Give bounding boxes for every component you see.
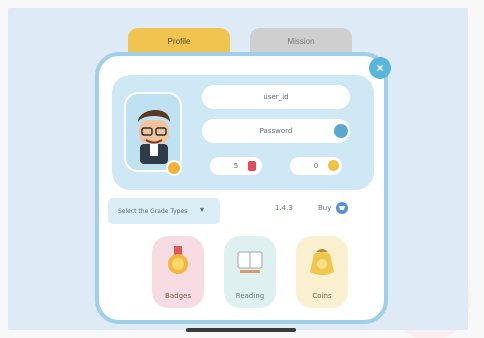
badges-tile[interactable]: Badges [152, 236, 204, 308]
buy-button[interactable]: Buy [318, 204, 331, 212]
coins-tile-label: Coins [312, 292, 332, 300]
chevron-down-icon: ▾ [200, 205, 205, 214]
buy-cart-icon[interactable] [336, 202, 348, 214]
badges-tile-label: Badges [165, 292, 191, 300]
avatar-badge-icon [166, 160, 182, 176]
coin-icon [328, 160, 339, 171]
password-field[interactable]: Password [202, 119, 350, 143]
gem-count: 5 [233, 162, 239, 170]
gem-icon [248, 161, 256, 171]
book-icon [237, 251, 263, 273]
show-password-icon[interactable] [334, 124, 348, 138]
close-button[interactable]: × [369, 57, 391, 79]
grade-type-select-label: Select the Grade Types [118, 207, 188, 215]
tab-profile[interactable]: Profile [128, 28, 230, 54]
coin-bag-icon [310, 249, 334, 275]
home-indicator [186, 328, 296, 332]
coin-count: 0 [313, 162, 319, 170]
avatar-character-icon [138, 109, 170, 164]
reading-tile-label: Reading [235, 292, 265, 300]
reading-tile[interactable]: Reading [224, 236, 276, 308]
username-field[interactable]: user_id [202, 85, 350, 109]
tab-mission[interactable]: Mission [250, 28, 352, 54]
app-version: 1.4.3 [275, 204, 293, 212]
medal-icon [168, 246, 188, 274]
coins-tile[interactable]: Coins [296, 236, 348, 308]
